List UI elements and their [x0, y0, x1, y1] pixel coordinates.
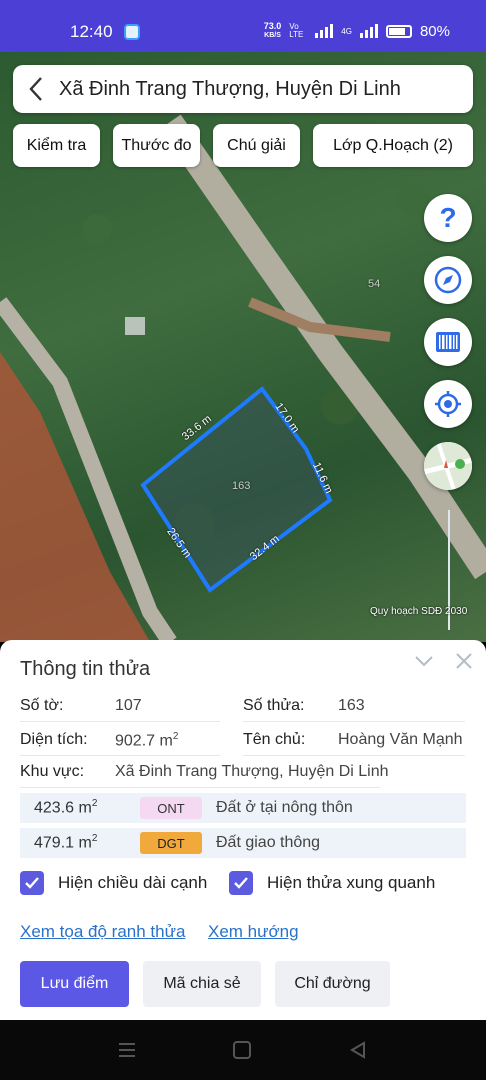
owner-label: Tên chủ:	[243, 731, 306, 748]
network-type: 4G	[341, 26, 352, 36]
area-value: 902.7 m2	[115, 731, 179, 750]
planning-layer-button[interactable]: Lớp Q.Hoạch (2)	[313, 124, 473, 167]
land-use-name: Đất ở tại nông thôn	[216, 799, 353, 816]
neighbor-number-label: 54	[368, 278, 381, 290]
panel-title: Thông tin thửa	[20, 658, 151, 680]
owner-value: Hoàng Văn Mạnh	[338, 731, 463, 748]
show-edge-lengths-label: Hiện chiều dài cạnh	[58, 873, 208, 892]
land-use-badge: DGT	[140, 832, 202, 854]
view-direction-link[interactable]: Xem hướng	[208, 922, 299, 942]
barcode-button[interactable]	[424, 318, 472, 366]
parcel-number-label: 163	[232, 480, 251, 492]
volte-label: Vo LTE	[289, 22, 304, 39]
checkbox-checked-icon[interactable]	[20, 871, 44, 895]
dirt-area	[0, 352, 150, 642]
system-nav-bar	[0, 1020, 486, 1080]
divider	[243, 721, 465, 722]
divider	[20, 755, 220, 756]
locate-icon	[435, 391, 461, 417]
locate-button[interactable]	[424, 380, 472, 428]
legend-button[interactable]: Chú giải	[213, 124, 300, 167]
back-button[interactable]	[13, 65, 59, 113]
view-coordinates-link[interactable]: Xem tọa độ ranh thửa	[20, 922, 185, 942]
show-neighbors-label: Hiện thửa xung quanh	[267, 873, 436, 892]
show-neighbors-toggle[interactable]: Hiện thửa xung quanh	[229, 871, 435, 895]
chevron-down-icon[interactable]	[414, 652, 434, 673]
status-indicators: 73.0 KB/S Vo LTE 4G 80%	[264, 22, 450, 40]
barcode-icon	[436, 332, 460, 352]
back-triangle-icon[interactable]	[347, 1040, 369, 1060]
compass-button[interactable]	[424, 256, 472, 304]
divider	[20, 787, 380, 788]
land-use-area: 423.6 m2	[34, 798, 98, 817]
land-use-badge: ONT	[140, 797, 202, 819]
home-icon[interactable]	[231, 1040, 253, 1060]
land-use-name: Đất giao thông	[216, 834, 321, 851]
divider	[20, 721, 220, 722]
area-label: Diện tích:	[20, 731, 88, 748]
show-edge-lengths-toggle[interactable]: Hiện chiều dài cạnh	[20, 871, 207, 895]
close-icon[interactable]	[455, 650, 473, 676]
location-title: Xã Đinh Trang Thượng, Huyện Di Linh	[59, 77, 401, 100]
battery-level: 80%	[419, 22, 450, 40]
planning-caption: Quy hoạch SDĐ 2030	[370, 606, 468, 617]
parcel-value: 163	[338, 697, 365, 714]
status-bar: 12:40 73.0 KB/S Vo LTE 4G 80%	[0, 0, 486, 52]
signal-icon	[315, 24, 334, 38]
compass-icon	[434, 266, 462, 294]
battery-icon	[385, 24, 412, 38]
app-notification-icon	[124, 24, 140, 40]
measure-button[interactable]: Thước đo	[113, 124, 200, 167]
region-label: Khu vực:	[20, 763, 85, 780]
parcel-label: Số thửa:	[243, 697, 305, 714]
status-time: 12:40	[70, 22, 113, 41]
land-use-row: 423.6 m2 ONT Đất ở tại nông thôn	[20, 793, 466, 823]
chevron-left-icon	[29, 77, 42, 101]
question-icon: ?	[439, 202, 457, 233]
directions-button[interactable]: Chỉ đường	[275, 961, 390, 1007]
sheet-value: 107	[115, 697, 142, 714]
help-button[interactable]: ?	[424, 194, 472, 242]
basemap-button[interactable]	[424, 442, 472, 490]
land-use-area: 479.1 m2	[34, 833, 98, 852]
save-point-button[interactable]: Lưu điểm	[20, 961, 129, 1007]
land-use-row: 479.1 m2 DGT Đất giao thông	[20, 828, 466, 858]
network-speed: 73.0 KB/S	[263, 21, 282, 40]
share-code-button[interactable]: Mã chia sẻ	[143, 961, 261, 1007]
region-value: Xã Đinh Trang Thượng, Huyện Di Linh	[115, 763, 389, 780]
recent-apps-icon[interactable]	[116, 1040, 138, 1060]
checkbox-checked-icon[interactable]	[229, 871, 253, 895]
divider	[243, 755, 465, 756]
signal-2-icon	[359, 24, 378, 38]
sheet-label: Số tờ:	[20, 697, 64, 714]
building	[125, 317, 145, 335]
check-button[interactable]: Kiểm tra	[13, 124, 100, 167]
map-thumbnail-icon	[424, 442, 472, 490]
location-header: Xã Đinh Trang Thượng, Huyện Di Linh	[13, 65, 473, 113]
